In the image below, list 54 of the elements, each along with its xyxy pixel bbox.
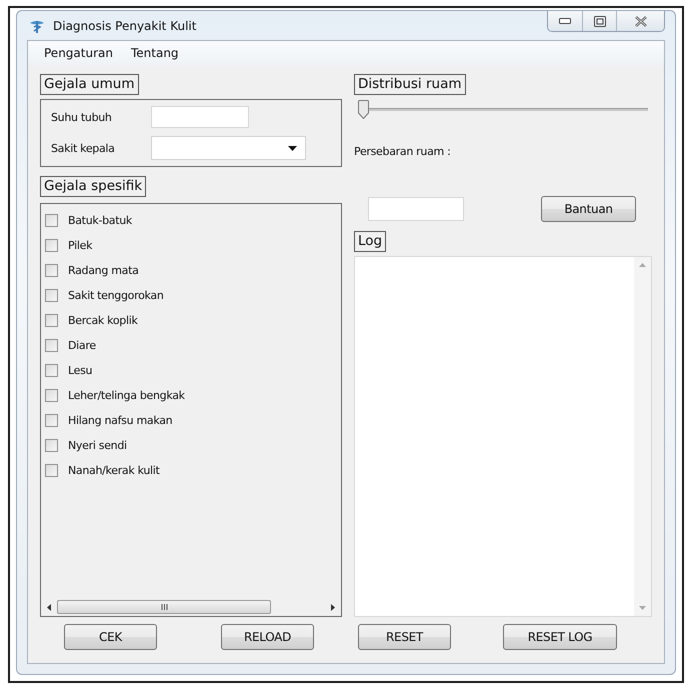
checkbox[interactable] — [45, 289, 58, 302]
checkbox-label: Radang mata — [68, 264, 139, 277]
checkbox[interactable] — [45, 414, 58, 427]
menu-item[interactable]: Pengaturan — [40, 44, 117, 62]
group-title: Log — [354, 231, 386, 252]
scroll-up-icon[interactable] — [639, 263, 646, 267]
close-button[interactable] — [616, 11, 664, 31]
window-title: Diagnosis Penyakit Kulit — [53, 18, 198, 32]
help-button[interactable]: Bantuan — [541, 196, 636, 222]
scroll-thumb[interactable] — [57, 600, 272, 614]
close-icon — [634, 16, 646, 26]
checkbox-label: Nyeri sendi — [68, 439, 127, 452]
checkbox[interactable] — [45, 364, 58, 377]
text-field[interactable] — [368, 197, 464, 221]
field-label: Suhu tubuh — [51, 110, 113, 124]
checkbox-label: Bercak koplik — [68, 314, 138, 327]
checkbox[interactable] — [45, 239, 58, 252]
checkbox-label: Leher/telinga bengkak — [68, 389, 185, 402]
checkbox-label: Lesu — [68, 364, 92, 377]
checkbox-label: Batuk-batuk — [68, 214, 132, 227]
scroll-right-icon[interactable] — [331, 604, 335, 610]
scroll-left-icon[interactable] — [47, 604, 51, 610]
action-button[interactable]: RESET — [358, 624, 451, 650]
menu-item[interactable]: Tentang — [126, 44, 183, 62]
slider-thumb[interactable] — [358, 100, 369, 118]
checkbox[interactable] — [45, 264, 58, 277]
checkbox-label: Diare — [68, 339, 96, 352]
dropdown-arrow-icon — [288, 146, 297, 150]
scroll-down-icon[interactable] — [639, 606, 646, 610]
group-title: Distribusi ruam — [354, 74, 466, 95]
action-button[interactable]: RELOAD — [221, 624, 314, 650]
checkbox[interactable] — [45, 214, 58, 227]
checkbox-label: Pilek — [68, 239, 92, 252]
vertical-scrollbar[interactable] — [634, 257, 651, 616]
checkbox[interactable] — [45, 439, 58, 452]
minimize-button[interactable] — [548, 11, 582, 31]
maximize-button[interactable] — [582, 11, 616, 31]
action-button[interactable]: RESET LOG — [503, 624, 617, 650]
checkbox[interactable] — [45, 389, 58, 402]
checkbox[interactable] — [45, 314, 58, 327]
checkbox[interactable] — [45, 464, 58, 477]
field-label: Sakit kepala — [51, 142, 116, 154]
checkbox-label: Hilang nafsu makan — [68, 414, 172, 427]
minimize-icon — [559, 18, 571, 24]
checkbox-label: Nanah/kerak kulit — [68, 464, 160, 477]
field-label: Persebaran ruam : — [354, 145, 452, 158]
checkbox[interactable] — [45, 339, 58, 352]
text-field[interactable] — [151, 106, 249, 128]
action-button[interactable]: CEK — [64, 624, 157, 650]
group-title: Gejala umum — [40, 74, 139, 95]
group-title: Gejala spesifik — [40, 176, 146, 197]
maximize-icon — [594, 16, 606, 26]
checkbox-label: Sakit tenggorokan — [68, 289, 164, 302]
dropdown-field[interactable] — [151, 136, 306, 160]
